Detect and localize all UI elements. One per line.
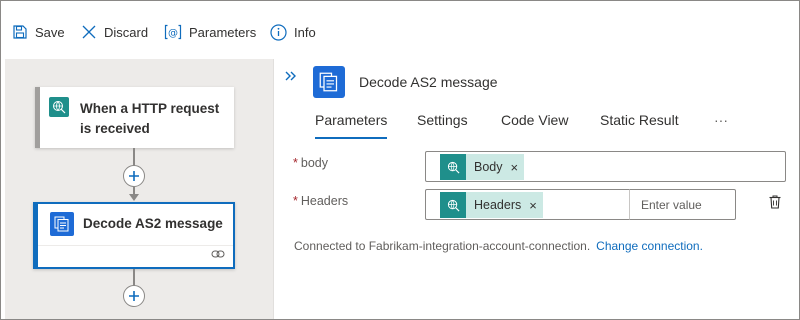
panel-divider — [273, 59, 274, 319]
card-divider — [38, 245, 233, 246]
card-accent — [35, 204, 38, 267]
connection-link-icon[interactable] — [211, 247, 225, 262]
globe-icon — [440, 192, 466, 218]
body-input[interactable]: Body × — [425, 151, 786, 182]
tab-parameters[interactable]: Parameters — [315, 112, 388, 139]
delete-icon[interactable] — [767, 194, 783, 210]
headers-token[interactable]: Headers × — [440, 192, 543, 218]
arrow-down-icon — [129, 194, 139, 201]
connection-info: Connected to Fabrikam-integration-accoun… — [294, 239, 703, 253]
parameters-icon: @ — [164, 24, 182, 40]
collapse-panel-button[interactable] — [284, 70, 300, 86]
parameters-button[interactable]: @ Parameters — [164, 21, 256, 43]
info-icon — [270, 23, 287, 41]
body-token-label: Body — [474, 160, 503, 174]
body-token[interactable]: Body × — [440, 154, 525, 180]
as2-icon — [50, 212, 74, 236]
add-step-button[interactable] — [123, 285, 145, 307]
headers-token-label: Headers — [474, 198, 522, 212]
tab-settings[interactable]: Settings — [417, 112, 468, 128]
parameters-label: Parameters — [189, 24, 257, 40]
info-button[interactable]: Info — [270, 21, 316, 43]
decode-card[interactable]: Decode AS2 message — [33, 202, 235, 269]
trigger-card-title: When a HTTP request is received — [80, 101, 220, 136]
change-connection-link[interactable]: Change connection. — [596, 239, 703, 253]
globe-icon — [440, 154, 466, 180]
connection-text: Connected to Fabrikam-integration-accoun… — [294, 239, 591, 253]
plus-icon — [129, 291, 139, 301]
double-chevron-icon — [285, 71, 296, 81]
save-button[interactable]: Save — [12, 21, 65, 43]
connector-line — [133, 269, 135, 286]
more-tabs-button[interactable]: ··· — [714, 112, 728, 128]
tab-code-view[interactable]: Code View — [501, 112, 568, 128]
toolbar: Save Discard @ Parameters Info — [1, 1, 799, 58]
decode-card-title: Decode AS2 message — [83, 216, 223, 231]
discard-button[interactable]: Discard — [81, 21, 148, 43]
save-label: Save — [35, 24, 65, 40]
headers-key-input[interactable]: Headers × — [425, 189, 630, 220]
headers-value-input[interactable]: Enter value — [629, 189, 736, 220]
connector-line — [133, 148, 135, 166]
trigger-card[interactable]: When a HTTP request is received — [35, 87, 234, 148]
save-icon — [13, 25, 27, 39]
body-field-label: * body — [293, 156, 328, 170]
tab-static-result[interactable]: Static Result — [600, 112, 679, 128]
as2-icon — [313, 66, 345, 98]
insert-step-button[interactable] — [123, 165, 145, 187]
discard-label: Discard — [104, 24, 149, 40]
headers-field-label: * Headers — [293, 194, 349, 208]
remove-token-icon[interactable]: × — [511, 161, 519, 174]
globe-icon — [49, 97, 69, 117]
panel-title: Decode AS2 message — [359, 74, 498, 90]
svg-text:@: @ — [168, 28, 178, 39]
remove-token-icon[interactable]: × — [529, 199, 537, 212]
info-label: Info — [294, 24, 316, 40]
card-accent — [35, 87, 40, 148]
plus-icon — [129, 171, 139, 181]
close-icon — [82, 25, 96, 39]
